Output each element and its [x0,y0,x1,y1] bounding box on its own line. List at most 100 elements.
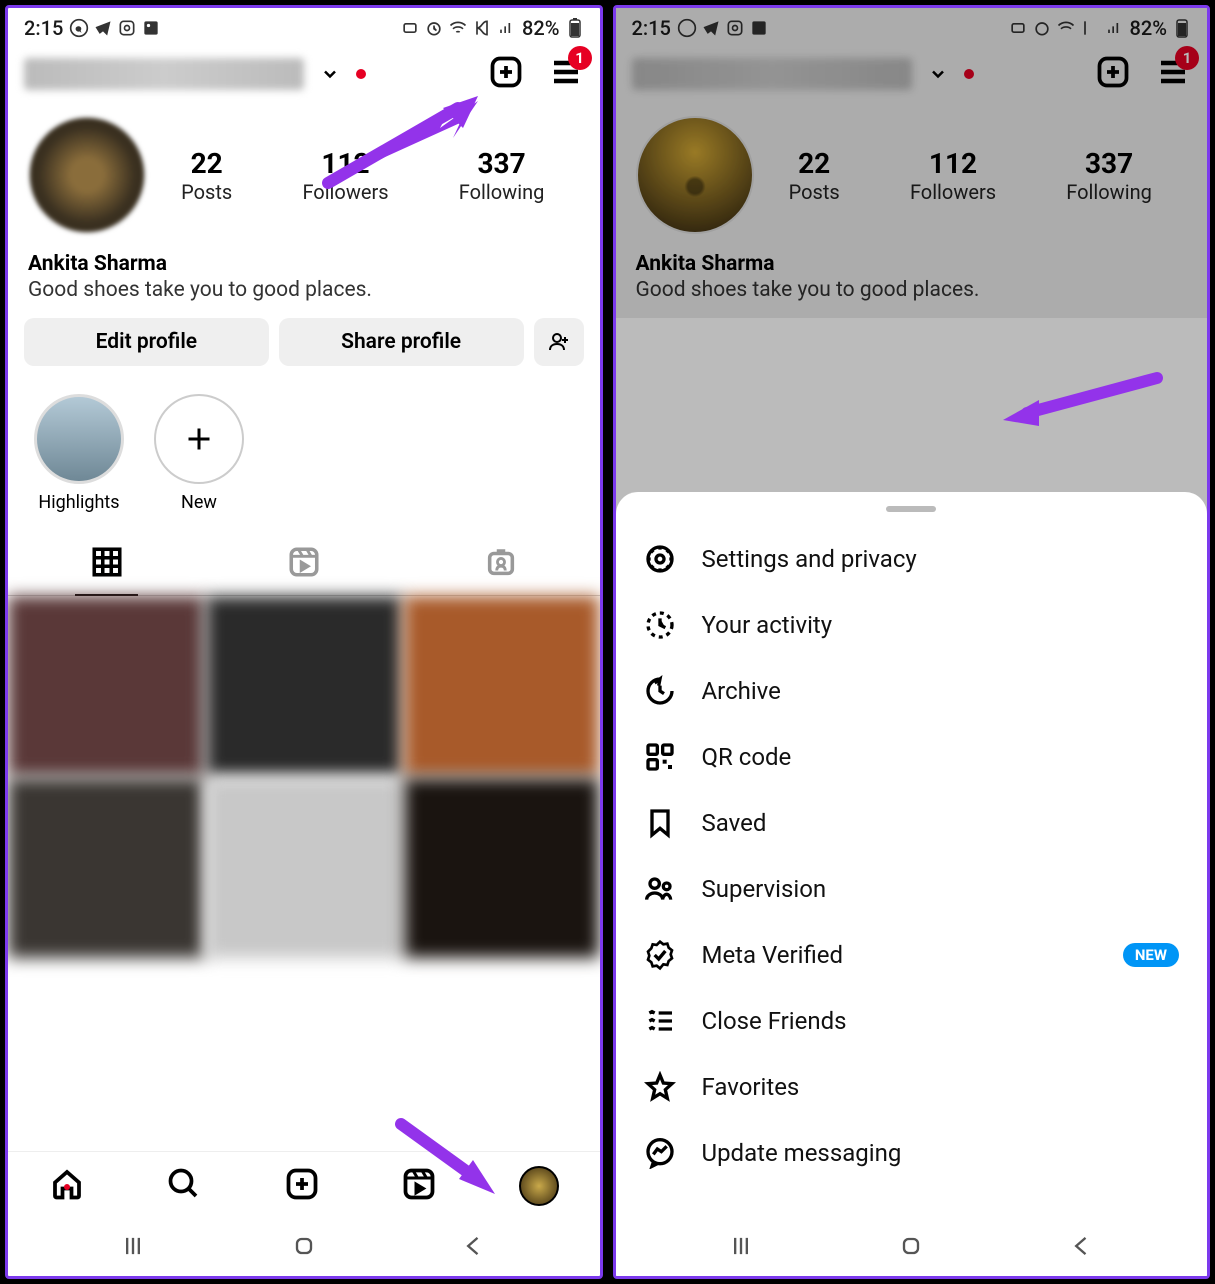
tagged-icon [484,545,518,579]
supervision-icon [644,873,676,905]
tab-grid[interactable] [8,533,205,595]
post-thumb[interactable] [206,596,402,776]
menu-saved[interactable]: Saved [616,790,1208,856]
menu-label: Supervision [702,875,827,903]
profile-screen: 2:15 82% [5,5,603,1279]
menu-label: Close Friends [702,1007,847,1035]
menu-supervision[interactable]: Supervision [616,856,1208,922]
whatsapp-icon [69,18,89,38]
menu-button[interactable]: 1 [548,54,584,94]
bio-text: Good shoes take you to good places. [28,278,580,302]
home-sys-icon[interactable] [290,1232,318,1260]
search-icon [166,1166,202,1202]
post-thumb[interactable] [404,596,600,776]
recents-icon[interactable] [119,1232,147,1260]
highlight-add-icon [154,394,244,484]
tab-tagged[interactable] [402,533,599,595]
highlight-label: Highlights [34,492,124,513]
annotation-arrow [318,93,488,193]
menu-your-activity[interactable]: Your activity [616,592,1208,658]
menu-favorites[interactable]: Favorites [616,1054,1208,1120]
messenger-icon [644,1137,676,1169]
avatar[interactable] [28,116,146,234]
menu-update-messaging[interactable]: Update messaging [616,1120,1208,1186]
highlight-item[interactable]: Highlights [34,394,124,513]
profile-header: 1 [8,44,600,104]
status-time: 2:15 [24,16,63,40]
alarm-icon [424,18,444,38]
card-icon [400,18,420,38]
profile-stats-row: 22 Posts 112 Followers 337 Following [8,104,600,246]
nav-home[interactable] [49,1166,85,1206]
profile-actions: Edit profile Share profile [8,318,600,366]
posts-label: Posts [181,180,232,204]
new-badge: NEW [1123,943,1179,967]
edit-profile-button[interactable]: Edit profile [24,318,269,366]
posts-grid [8,596,600,1151]
annotation-arrow [997,368,1167,438]
nav-profile[interactable] [519,1166,559,1206]
notification-dot [356,69,366,79]
reels-icon [287,545,321,579]
highlight-new-label: New [154,492,244,513]
create-icon [284,1166,320,1202]
home-sys-icon[interactable] [897,1232,925,1260]
nav-create[interactable] [284,1166,320,1206]
instagram-small-icon [117,18,137,38]
back-icon[interactable] [460,1232,488,1260]
recents-icon[interactable] [727,1232,755,1260]
menu-label: Meta Verified [702,941,844,969]
close-friends-icon [644,1005,676,1037]
menu-label: Favorites [702,1073,800,1101]
system-nav [616,1216,1208,1276]
highlights: Highlights New [8,386,600,533]
share-profile-button[interactable]: Share profile [279,318,524,366]
tab-reels[interactable] [205,533,402,595]
profile-tabs [8,533,600,596]
signal-icon [496,18,516,38]
post-thumb[interactable] [8,596,204,776]
home-notification-dot [64,1184,70,1190]
grid-icon [90,545,124,579]
menu-archive[interactable]: Archive [616,658,1208,724]
menu-close-friends[interactable]: Close Friends [616,988,1208,1054]
menu-meta-verified[interactable]: Meta Verified NEW [616,922,1208,988]
display-name: Ankita Sharma [28,252,580,276]
menu-sheet: Settings and privacy Your activity Archi… [616,492,1208,1276]
nav-search[interactable] [166,1166,202,1206]
back-icon[interactable] [1068,1232,1096,1260]
post-thumb[interactable] [8,778,204,958]
posts-count: 22 [181,147,232,180]
post-thumb[interactable] [206,778,402,958]
qr-icon [644,741,676,773]
activity-icon [644,609,676,641]
menu-qr-code[interactable]: QR code [616,724,1208,790]
posts-stat[interactable]: 22 Posts [181,147,232,204]
bookmark-icon [644,807,676,839]
annotation-arrow [393,1116,503,1206]
gallery-icon [141,18,161,38]
verified-icon [644,939,676,971]
sheet-handle[interactable] [886,506,936,512]
post-thumb[interactable] [404,778,600,958]
telegram-icon [93,18,113,38]
menu-label: Update messaging [702,1139,902,1167]
highlight-new[interactable]: New [154,394,244,513]
status-bar: 2:15 82% [8,8,600,44]
highlight-thumb [34,394,124,484]
create-post-button[interactable] [488,54,524,94]
discover-people-button[interactable] [534,318,584,366]
menu-badge: 1 [568,46,592,70]
menu-settings-privacy[interactable]: Settings and privacy [616,526,1208,592]
status-left-icons [69,18,161,38]
menu-label: Your activity [702,611,833,639]
menu-label: Archive [702,677,781,705]
menu-label: QR code [702,743,792,771]
archive-icon [644,675,676,707]
wifi-icon [448,18,468,38]
battery-percent: 82% [522,16,559,40]
menu-label: Saved [702,809,767,837]
bio-section: Ankita Sharma Good shoes take you to goo… [8,246,600,318]
chevron-down-icon[interactable] [320,64,340,84]
system-nav [8,1216,600,1276]
